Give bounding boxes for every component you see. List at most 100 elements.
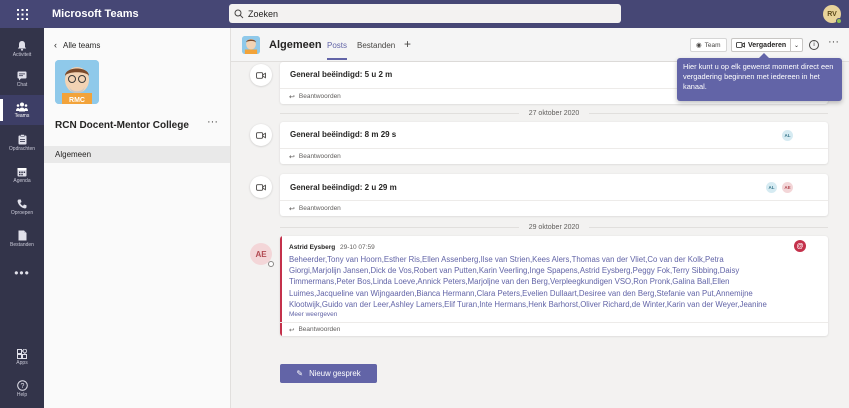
participant-avatar[interactable]: AL [766, 182, 777, 193]
meet-button[interactable]: Vergaderen ⌄ [731, 38, 803, 52]
phone-icon [17, 199, 27, 208]
chevron-down-icon[interactable]: ⌄ [790, 39, 802, 51]
channel-post: Astrid Eysberg 29-10 07:59 Beheerder,Ton… [280, 236, 828, 336]
rail-label: Opdrachten [8, 146, 36, 152]
app-launcher-icon[interactable] [0, 0, 44, 28]
back-label: Alle teams [63, 40, 101, 50]
date-separator: 27 oktober 2020 [280, 108, 829, 118]
meet-button-label: Vergaderen [748, 41, 787, 49]
presence-offline-icon [268, 261, 274, 267]
rail-item-calls[interactable]: Oproepen [0, 192, 44, 222]
rail-label: Agenda [13, 177, 31, 184]
meeting-icon [250, 124, 272, 146]
channel-team-logo [242, 36, 260, 54]
rail-label: Teams [14, 112, 30, 119]
team-logo: RMC [55, 60, 99, 104]
more-icon: ••• [14, 266, 30, 280]
rail-item-chat[interactable]: Chat [0, 64, 44, 94]
post-timestamp: 29-10 07:59 [340, 244, 375, 251]
participant-avatar[interactable]: AL [782, 130, 793, 141]
more-options-icon[interactable]: ··· [828, 36, 839, 48]
reply-label: Beantwoorden [298, 93, 341, 100]
reply-arrow-icon: ↩ [289, 93, 295, 101]
rail-item-files[interactable]: Bestanden [0, 224, 44, 254]
reply-arrow-icon: ↩ [289, 326, 295, 334]
video-camera-icon [736, 42, 745, 48]
rail-item-activity[interactable]: Activiteit [0, 34, 44, 64]
team-button[interactable]: ◉ Team [690, 38, 727, 52]
user-initials: RV [827, 10, 837, 18]
search-icon [234, 9, 244, 18]
search-input[interactable]: Zoeken [229, 4, 621, 23]
meet-now-button[interactable]: Vergaderen [732, 42, 790, 49]
tab-posts[interactable]: Posts [327, 41, 348, 60]
chevron-left-icon: ‹ [54, 40, 57, 50]
help-icon: ? [16, 380, 28, 391]
meeting-icon [250, 176, 272, 198]
tab-files[interactable]: Bestanden [357, 41, 395, 50]
back-to-teams-link[interactable]: ‹ Alle teams [54, 40, 100, 50]
svg-text:?: ? [20, 383, 24, 390]
calendar-icon [17, 167, 27, 176]
teams-icon [16, 102, 28, 111]
meet-now-tooltip: Hier kunt u op elk gewenst moment direct… [677, 53, 842, 101]
reply-label: Beantwoorden [298, 205, 341, 212]
chat-icon [17, 71, 27, 80]
reply-button[interactable]: ↩ Beantwoorden [280, 148, 828, 164]
rail-item-teams[interactable]: Teams [0, 95, 44, 125]
participant-avatar[interactable]: AE [782, 182, 793, 193]
channel-header: Algemeen Posts Bestanden + ◉ Team Vergad… [231, 28, 849, 62]
channel-main: Algemeen Posts Bestanden + ◉ Team Vergad… [231, 28, 849, 408]
user-avatar[interactable]: RV [823, 5, 842, 24]
rail-item-assignments[interactable]: Opdrachten [0, 128, 44, 158]
rail-label: Oproepen [10, 209, 34, 216]
presence-available-icon [836, 18, 842, 24]
rail-label: Help [16, 392, 28, 398]
info-icon[interactable]: i [809, 40, 819, 50]
app-title: Microsoft Teams [52, 8, 139, 20]
rail-item-calendar[interactable]: Agenda [0, 160, 44, 190]
meeting-title: General beëindigd: 5 u 2 m [290, 70, 393, 79]
post-author[interactable]: Astrid Eysberg [289, 244, 335, 251]
post-body: Beheerder,Tony van Hoorn,Esther Ris,Elle… [289, 255, 767, 309]
rail-label: Apps [16, 359, 28, 366]
date-separator: 29 oktober 2020 [280, 222, 829, 232]
files-icon [18, 230, 26, 241]
rail-item-help[interactable]: ? Help [0, 374, 44, 404]
team-button-label: Team [704, 41, 721, 49]
author-initials: AE [255, 249, 267, 259]
meeting-icon [250, 64, 272, 86]
channel-item-algemeen[interactable]: Algemeen [44, 146, 230, 163]
reply-label: Beantwoorden [298, 153, 341, 160]
team-panel: ‹ Alle teams RMC RCN Docent-Mentor Colle… [44, 28, 231, 408]
meeting-card: General beëindigd: 2 u 29 m AL AE ↩ Bean… [280, 174, 828, 216]
add-tab-icon[interactable]: + [404, 37, 411, 51]
author-avatar[interactable]: AE [250, 243, 274, 267]
rail-item-apps[interactable]: Apps [0, 342, 44, 372]
rail-label: Activiteit [12, 52, 32, 58]
reply-arrow-icon: ↩ [289, 153, 295, 161]
reply-arrow-icon: ↩ [289, 205, 295, 213]
bell-icon [17, 41, 27, 51]
meeting-title: General beëindigd: 2 u 29 m [290, 183, 397, 192]
assignments-icon [18, 134, 26, 145]
channel-title: Algemeen [269, 39, 322, 51]
apps-icon [17, 348, 27, 359]
show-more-link[interactable]: Meer weergeven [289, 311, 759, 318]
meeting-title: General beëindigd: 8 m 29 s [290, 130, 397, 139]
top-bar: Microsoft Teams Zoeken RV [0, 0, 849, 28]
reply-label: Beantwoorden [298, 326, 341, 333]
new-conversation-label: Nieuw gesprek [309, 369, 361, 378]
date-label: 29 oktober 2020 [528, 223, 580, 231]
mention-icon: @ [794, 240, 806, 252]
team-name: RCN Docent-Mentor College [55, 120, 189, 131]
new-conversation-button[interactable]: ✎ Nieuw gesprek [280, 364, 377, 383]
date-label: 27 oktober 2020 [528, 109, 580, 117]
rail-item-more[interactable]: ••• [0, 258, 44, 288]
reply-button[interactable]: ↩ Beantwoorden [280, 200, 828, 216]
team-more-options-icon[interactable]: ··· [207, 116, 218, 128]
svg-text:RMC: RMC [69, 97, 85, 104]
eye-icon: ◉ [696, 42, 702, 49]
channel-label: Algemeen [55, 150, 92, 159]
reply-button[interactable]: ↩ Beantwoorden [280, 322, 828, 336]
